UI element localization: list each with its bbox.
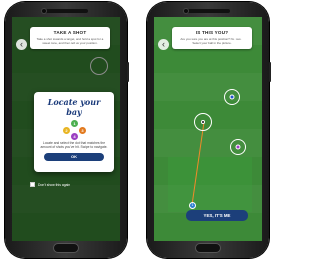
chevron-left-icon: ‹	[162, 39, 165, 49]
dot-yellow: 2	[63, 127, 70, 134]
modal-title: Locate your bay	[47, 97, 101, 117]
back-button[interactable]: ‹	[16, 39, 27, 50]
phone-left: ‹ TAKE A SHOT Take a shot towards a targ…	[5, 2, 129, 258]
back-button[interactable]: ‹	[158, 39, 169, 50]
purple-dot	[235, 144, 241, 150]
confirm-button[interactable]: YES, IT'S ME	[186, 210, 248, 221]
dont-show-again-toggle[interactable]: Don't show this again	[30, 182, 70, 187]
camera-icon	[183, 8, 189, 14]
target-purple[interactable]	[230, 139, 246, 155]
tip-card: TAKE A SHOT Take a shot towards a target…	[30, 27, 110, 49]
chevron-left-icon: ‹	[20, 39, 23, 49]
checkbox[interactable]	[30, 182, 35, 187]
dot-orange: 3	[79, 127, 86, 134]
dont-show-label: Don't show this again	[38, 182, 71, 187]
blue-dot	[229, 94, 235, 100]
target-selected[interactable]	[194, 113, 212, 131]
phone-right: ‹ IS THIS YOU? Are you sure you are at t…	[147, 2, 271, 258]
volume-button	[127, 62, 129, 82]
modal-body: Locate and select the dot that matches t…	[40, 141, 108, 150]
speaker-notch	[186, 9, 230, 13]
ball-marker[interactable]: 1	[189, 202, 196, 209]
example-dots: 1 2 3 4	[39, 120, 109, 140]
target-ring[interactable]	[234, 29, 252, 47]
camera-icon	[41, 8, 47, 14]
dot-green: 1	[71, 120, 78, 127]
tip-title: TAKE A SHOT	[53, 30, 87, 35]
ok-button[interactable]: OK	[44, 152, 104, 161]
screen-right: ‹ IS THIS YOU? Are you sure you are at t…	[154, 17, 262, 241]
home-button[interactable]	[53, 243, 79, 253]
home-button[interactable]	[195, 243, 221, 253]
locate-bay-modal: Locate your bay 1 2 3 4 Locate and selec…	[34, 92, 114, 172]
screen-left: ‹ TAKE A SHOT Take a shot towards a targ…	[12, 17, 120, 241]
dot-purple: 4	[71, 133, 78, 140]
speaker-notch	[44, 9, 88, 13]
selected-dot	[201, 120, 205, 124]
tip-body: Take a shot towards a target, and hold a…	[36, 37, 104, 45]
volume-button	[269, 62, 271, 82]
target-dot	[240, 35, 246, 41]
target-blue[interactable]	[224, 89, 240, 105]
